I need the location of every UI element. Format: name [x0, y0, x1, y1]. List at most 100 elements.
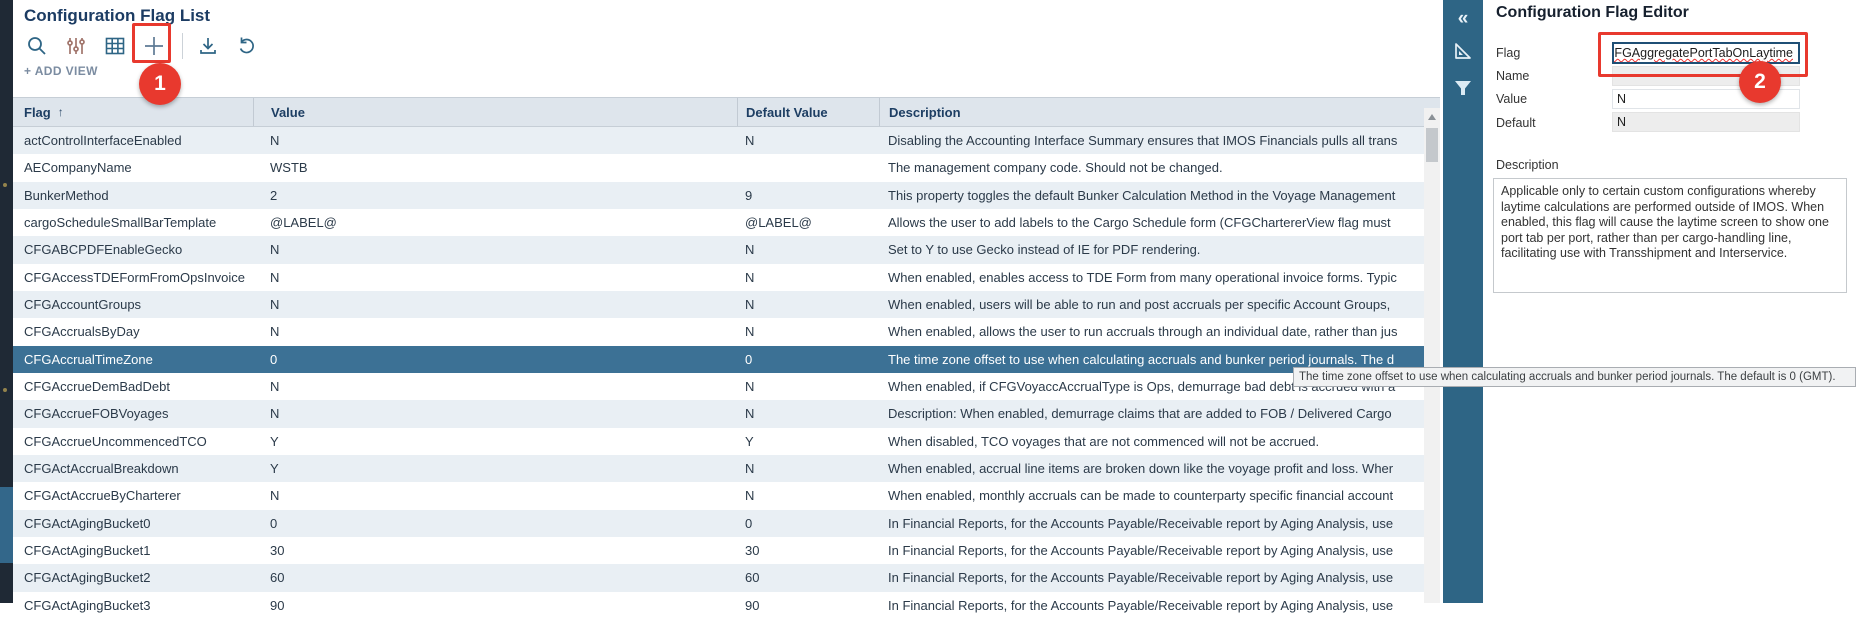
default-cell: N	[737, 400, 879, 427]
value-cell: N	[253, 264, 737, 291]
value-cell: N	[253, 127, 737, 154]
default-cell	[737, 154, 879, 181]
table-row[interactable]: AECompanyNameWSTBThe management company …	[13, 154, 1424, 181]
table-row[interactable]: CFGActAccrueByChartererNNWhen enabled, m…	[13, 482, 1424, 509]
table-row[interactable]: cargoScheduleSmallBarTemplate@LABEL@@LAB…	[13, 209, 1424, 236]
flag-table: Flag ↑ Value Default Value Description a…	[13, 97, 1440, 619]
description-cell: The management company code. Should not …	[879, 154, 1424, 181]
description-cell: Description: When enabled, demurrage cla…	[879, 400, 1424, 427]
left-rail-highlight	[0, 487, 13, 563]
default-cell: N	[737, 373, 879, 400]
value-cell: N	[253, 482, 737, 509]
default-cell: N	[737, 318, 879, 345]
description-cell: When enabled, enables access to TDE Form…	[879, 264, 1424, 291]
configuration-flag-list-panel: Configuration Flag List	[13, 0, 1440, 603]
sort-ascending-icon: ↑	[58, 105, 64, 119]
flag-cell: BunkerMethod	[13, 182, 253, 209]
description-cell: In Financial Reports, for the Accounts P…	[879, 592, 1424, 619]
column-header-description[interactable]: Description	[879, 98, 1440, 126]
flag-cell: actControlInterfaceEnabled	[13, 127, 253, 154]
column-header-flag[interactable]: Flag ↑	[13, 98, 253, 126]
flag-cell: CFGAccrueUncommencedTCO	[13, 428, 253, 455]
flag-cell: CFGAccessTDEFormFromOpsInvoice	[13, 264, 253, 291]
search-icon[interactable]	[24, 33, 50, 59]
flag-cell: CFGActAccrueByCharterer	[13, 482, 253, 509]
scrollbar-thumb[interactable]	[1426, 128, 1438, 162]
table-row[interactable]: CFGAccrualsByDayNNWhen enabled, allows t…	[13, 318, 1424, 345]
flag-cell: CFGAccrueFOBVoyages	[13, 400, 253, 427]
table-row[interactable]: CFGActAccrualBreakdownYNWhen enabled, ac…	[13, 455, 1424, 482]
default-input[interactable]: N	[1612, 112, 1800, 132]
column-header-default-value[interactable]: Default Value	[737, 98, 879, 126]
flag-cell: CFGActAgingBucket3	[13, 592, 253, 619]
default-cell: N	[737, 291, 879, 318]
flag-cell: CFGAccountGroups	[13, 291, 253, 318]
page-title: Configuration Flag List	[24, 6, 210, 26]
value-cell: 2	[253, 182, 737, 209]
table-row[interactable]: CFGAccrualTimeZone00The time zone offset…	[13, 346, 1424, 373]
description-cell: Allows the user to add labels to the Car…	[879, 209, 1424, 236]
value-cell: 90	[253, 592, 737, 619]
value-field-label: Value	[1496, 92, 1527, 106]
flag-cell: CFGActAgingBucket1	[13, 537, 253, 564]
table-vertical-scrollbar[interactable]	[1424, 108, 1440, 603]
download-icon[interactable]	[195, 33, 221, 59]
description-cell: When enabled, monthly accruals can be ma…	[879, 482, 1424, 509]
default-cell: @LABEL@	[737, 209, 879, 236]
value-cell: N	[253, 400, 737, 427]
description-cell: When enabled, users will be able to run …	[879, 291, 1424, 318]
set-square-icon[interactable]	[1443, 40, 1483, 62]
undo-icon[interactable]	[234, 33, 260, 59]
add-view-button[interactable]: + ADD VIEW	[24, 64, 98, 78]
annotation-step-1-badge: 1	[139, 63, 181, 105]
table-row[interactable]: CFGAccessTDEFormFromOpsInvoiceNNWhen ena…	[13, 264, 1424, 291]
value-cell: N	[253, 373, 737, 400]
description-cell: When enabled, accrual line items are bro…	[879, 455, 1424, 482]
default-cell: Y	[737, 428, 879, 455]
default-cell: N	[737, 236, 879, 263]
flag-field-label: Flag	[1496, 46, 1520, 60]
table-row[interactable]: CFGActAgingBucket26060In Financial Repor…	[13, 564, 1424, 591]
flag-cell: CFGAccrualsByDay	[13, 318, 253, 345]
table-row[interactable]: CFGActAgingBucket000In Financial Reports…	[13, 510, 1424, 537]
table-row[interactable]: actControlInterfaceEnabledNNDisabling th…	[13, 127, 1424, 154]
default-field-label: Default	[1496, 116, 1536, 130]
collapse-panel-icon[interactable]: «	[1443, 8, 1483, 30]
flag-cell: CFGABCPDFEnableGecko	[13, 236, 253, 263]
default-cell: N	[737, 127, 879, 154]
value-cell: Y	[253, 455, 737, 482]
default-cell: 90	[737, 592, 879, 619]
table-grid-icon[interactable]	[102, 33, 128, 59]
filter-funnel-icon[interactable]	[1443, 78, 1483, 98]
description-cell: When enabled, allows the user to run acc…	[879, 318, 1424, 345]
default-cell: N	[737, 455, 879, 482]
filter-sliders-icon[interactable]	[63, 33, 89, 59]
description-cell: This property toggles the default Bunker…	[879, 182, 1424, 209]
table-row[interactable]: BunkerMethod29This property toggles the …	[13, 182, 1424, 209]
value-cell: N	[253, 291, 737, 318]
description-cell: In Financial Reports, for the Accounts P…	[879, 510, 1424, 537]
column-header-value[interactable]: Value	[253, 98, 737, 126]
flag-cell: CFGActAgingBucket2	[13, 564, 253, 591]
table-row[interactable]: CFGAccountGroupsNNWhen enabled, users wi…	[13, 291, 1424, 318]
scroll-up-arrow-icon[interactable]	[1428, 114, 1436, 120]
value-cell: WSTB	[253, 154, 737, 181]
value-cell: 60	[253, 564, 737, 591]
table-row[interactable]: CFGAccrueUncommencedTCOYYWhen disabled, …	[13, 428, 1424, 455]
table-row[interactable]: CFGActAgingBucket39090In Financial Repor…	[13, 592, 1424, 619]
description-cell: When disabled, TCO voyages that are not …	[879, 428, 1424, 455]
flag-cell: cargoScheduleSmallBarTemplate	[13, 209, 253, 236]
flag-cell: CFGActAgingBucket0	[13, 510, 253, 537]
table-row[interactable]: CFGActAgingBucket13030In Financial Repor…	[13, 537, 1424, 564]
configuration-flag-editor-panel: Configuration Flag Editor Flag CFGAggreg…	[1483, 0, 1856, 603]
value-cell: 0	[253, 346, 737, 373]
value-cell: N	[253, 236, 737, 263]
value-cell: @LABEL@	[253, 209, 737, 236]
table-row[interactable]: CFGAccrueDemBadDebtNNWhen enabled, if CF…	[13, 373, 1424, 400]
table-row[interactable]: CFGABCPDFEnableGeckoNNSet to Y to use Ge…	[13, 236, 1424, 263]
description-textarea[interactable]: Applicable only to certain custom config…	[1493, 178, 1847, 293]
default-cell: 30	[737, 537, 879, 564]
table-row[interactable]: CFGAccrueFOBVoyagesNNDescription: When e…	[13, 400, 1424, 427]
description-cell: In Financial Reports, for the Accounts P…	[879, 537, 1424, 564]
table-header-row: Flag ↑ Value Default Value Description	[13, 97, 1440, 127]
